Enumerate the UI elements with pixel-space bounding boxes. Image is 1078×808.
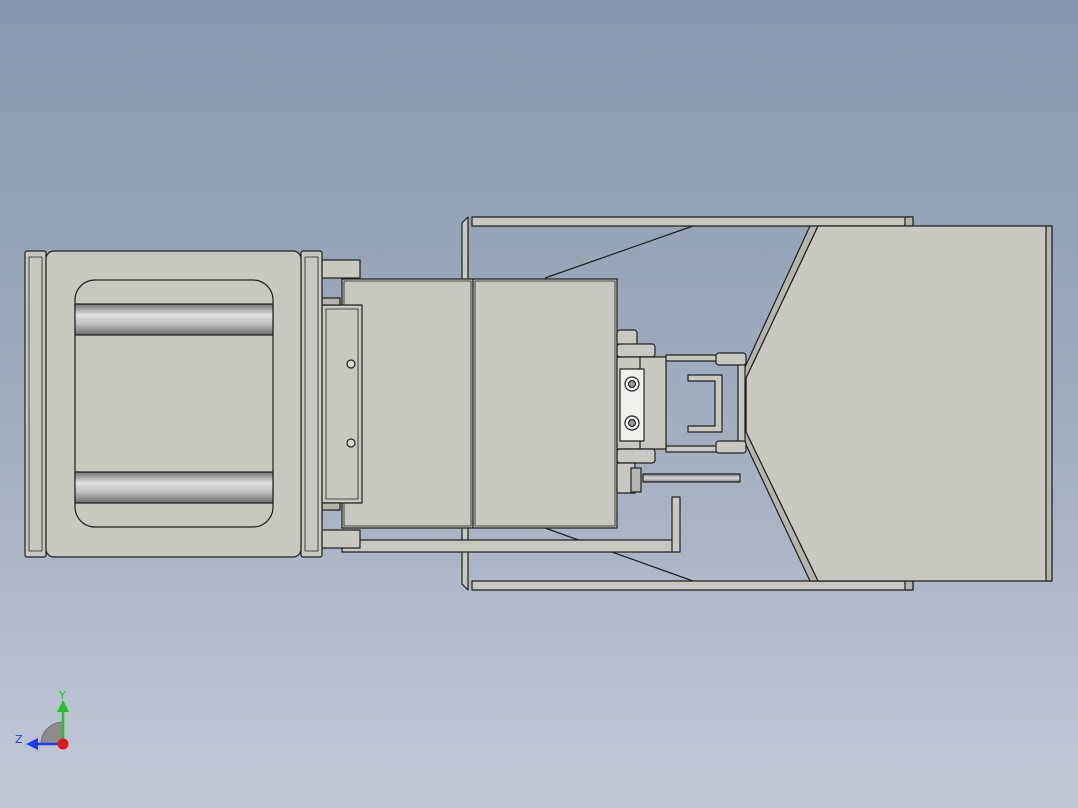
ear-top: [321, 259, 361, 279]
cad-model-drawing[interactable]: Y Z: [0, 0, 1078, 808]
frame-end-plate-right: [300, 250, 323, 558]
lower-diagonal-brace: [544, 527, 694, 582]
z-axis-label: Z: [15, 733, 23, 746]
upper-diagonal-brace: [544, 225, 694, 279]
z-axis-arrow: [26, 738, 38, 750]
carriage-block-right: [472, 278, 618, 529]
roller-frame: [24, 250, 323, 558]
mount-hole-upper: [346, 359, 356, 369]
mount-hole-lower: [346, 438, 356, 448]
frame-end-plate-left: [24, 250, 47, 558]
chute-top-rail: [471, 216, 914, 227]
carriage: [321, 259, 618, 549]
ear-bottom: [321, 529, 361, 549]
gripper-clevis: [665, 352, 747, 454]
cad-viewport[interactable]: Y Z: [0, 0, 1078, 808]
roller-upper: [74, 303, 274, 336]
clevis-bracket: [665, 354, 746, 453]
mount-plate: [321, 304, 363, 504]
axis-triad: Y Z: [15, 689, 69, 750]
x-axis-dot: [57, 738, 69, 750]
roller-lower: [74, 471, 274, 504]
chute-bottom-rail: [471, 580, 914, 591]
cylinder-end-fitting: [616, 329, 667, 494]
probe-rod: [642, 473, 741, 483]
y-axis-label: Y: [58, 689, 66, 702]
